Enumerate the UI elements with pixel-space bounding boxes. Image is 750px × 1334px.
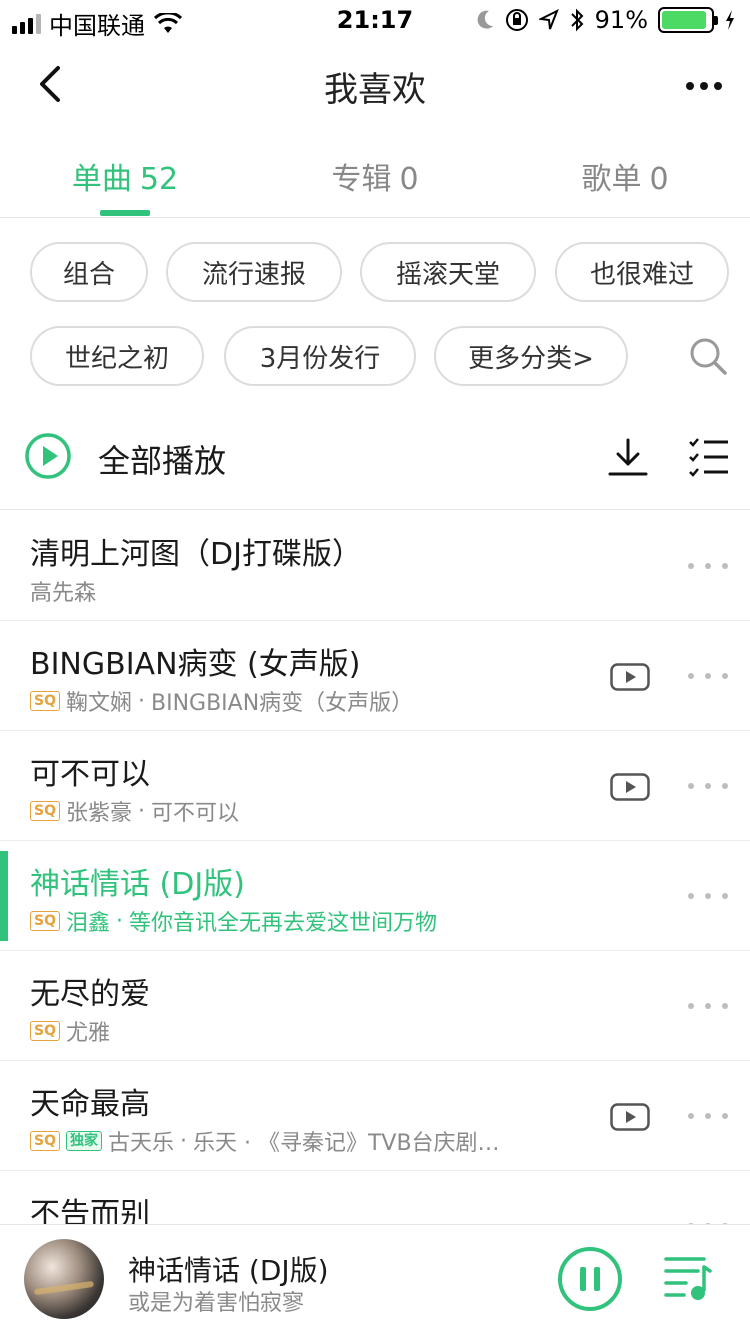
song-row[interactable]: BINGBIAN病变 (女声版) SQ 鞠文娴 · BINGBIAN病变（女声版… [0,621,750,731]
tab-indicator [100,210,150,216]
song-album: 等你音讯全无再去爱这世间万物 [129,911,438,936]
song-artist: 尤雅 [65,1021,110,1046]
song-more-icon[interactable] [688,561,728,571]
song-album: BINGBIAN病变（女声版） [151,691,414,716]
song-title: 无尽的爱 [30,977,150,1012]
download-icon[interactable] [606,436,650,480]
song-title: 清明上河图（DJ打碟版） [30,537,362,572]
status-right: 91% [475,6,736,34]
more-categories-chip[interactable]: 更多分类> [434,326,628,386]
mv-play-icon[interactable] [610,1103,650,1131]
now-playing-lyric: 或是为着害怕寂寥 [128,1291,305,1316]
exclusive-badge: 独家 [65,1131,102,1151]
mini-player[interactable]: 神话情话 (DJ版) 或是为着害怕寂寥 [0,1224,750,1334]
pause-icon[interactable] [556,1245,624,1313]
page-title: 我喜欢 [324,70,426,110]
song-row[interactable]: 无尽的爱 SQ 尤雅 [0,951,750,1061]
charging-icon [726,10,734,30]
moon-icon [477,10,493,29]
tab-count: 52 [139,162,179,197]
song-meta: SQ 泪鑫 · 等你音讯全无再去爱这世间万物 [30,905,437,937]
battery-level [662,11,706,29]
song-meta: SQ 张紫豪 · 可不可以 [30,795,239,827]
filter-chip[interactable]: 流行速报 [166,242,342,302]
song-meta: SQ 独家 古天乐 · 乐天 · 《寻秦记》TVB台庆剧… [30,1125,500,1157]
multi-select-icon[interactable] [688,436,730,480]
song-artist: 泪鑫 [65,911,110,936]
song-artist: 张紫豪 [65,801,132,826]
song-artist: 鞠文娴 [65,691,132,716]
meta-separator: · [138,688,145,714]
status-bar: 中国联通 21:17 91% [0,0,750,40]
song-more-icon[interactable] [688,891,728,901]
tab-albums[interactable]: 专辑 0 [250,154,500,198]
song-more-icon[interactable] [688,671,728,681]
tab-count: 0 [649,162,669,197]
song-title: 天命最高 [30,1087,150,1122]
meta-separator: · [116,908,123,934]
tab-bar: 单曲 52 专辑 0 歌单 0 [0,140,750,218]
song-title: 可不可以 [30,757,150,792]
tab-label: 单曲 [71,162,132,197]
tab-label: 歌单 [581,162,642,197]
song-artist: 高先森 [30,581,97,606]
song-meta: SQ 尤雅 [30,1015,110,1047]
sq-badge: SQ [30,1021,60,1041]
rotation-lock-icon [505,9,528,31]
song-meta: 高先森 [30,575,96,607]
mv-play-icon[interactable] [610,773,650,801]
sq-badge: SQ [30,801,60,821]
now-playing-title: 神话情话 (DJ版) [128,1254,329,1287]
tab-count: 0 [399,162,419,197]
song-meta: SQ 鞠文娴 · BINGBIAN病变（女声版） [30,685,413,717]
filter-chip[interactable]: 组合 [30,242,148,302]
battery-icon [658,7,718,33]
song-more-icon[interactable] [688,1111,728,1121]
tab-singles[interactable]: 单曲 52 [0,154,250,198]
play-all-row[interactable]: 全部播放 [0,410,750,510]
play-circle-icon[interactable] [24,432,72,480]
filter-chip[interactable]: 摇滚天堂 [360,242,536,302]
meta-separator: · [138,798,145,824]
filter-chip[interactable]: 世纪之初 [30,326,204,386]
song-album: 乐天 · 《寻秦记》TVB台庆剧… [193,1131,500,1156]
song-title: BINGBIAN病变 (女声版) [30,647,361,682]
sq-badge: SQ [30,691,60,711]
nav-bar: 我喜欢 [0,44,750,128]
song-row[interactable]: 清明上河图（DJ打碟版） 高先森 [0,511,750,621]
location-icon [538,9,559,30]
bluetooth-icon [570,8,584,32]
meta-separator: · [180,1128,187,1154]
song-title: 神话情话 (DJ版) [30,867,245,902]
song-list: 清明上河图（DJ打碟版） 高先森 BINGBIAN病变 (女声版) SQ 鞠文娴… [0,511,750,1281]
playlist-icon[interactable] [664,1253,712,1301]
filter-chip[interactable]: 也很难过 [555,242,729,302]
song-album: 可不可以 [151,801,240,826]
filter-chip[interactable]: 3月份发行 [224,326,416,386]
tab-playlists[interactable]: 歌单 0 [500,154,750,198]
mv-play-icon[interactable] [610,663,650,691]
album-cover[interactable] [24,1239,104,1319]
more-dots-icon[interactable] [682,64,726,108]
song-artist: 古天乐 [107,1131,174,1156]
song-row[interactable]: 天命最高 SQ 独家 古天乐 · 乐天 · 《寻秦记》TVB台庆剧… [0,1061,750,1171]
search-icon[interactable] [688,336,728,376]
battery-percent: 91% [594,6,648,34]
song-row-playing[interactable]: 神话情话 (DJ版) SQ 泪鑫 · 等你音讯全无再去爱这世间万物 [0,841,750,951]
tab-label: 专辑 [331,162,392,197]
song-row[interactable]: 可不可以 SQ 张紫豪 · 可不可以 [0,731,750,841]
sq-badge: SQ [30,911,60,931]
song-more-icon[interactable] [688,1001,728,1011]
song-more-icon[interactable] [688,781,728,791]
play-all-label: 全部播放 [98,442,227,480]
sq-badge: SQ [30,1131,60,1151]
